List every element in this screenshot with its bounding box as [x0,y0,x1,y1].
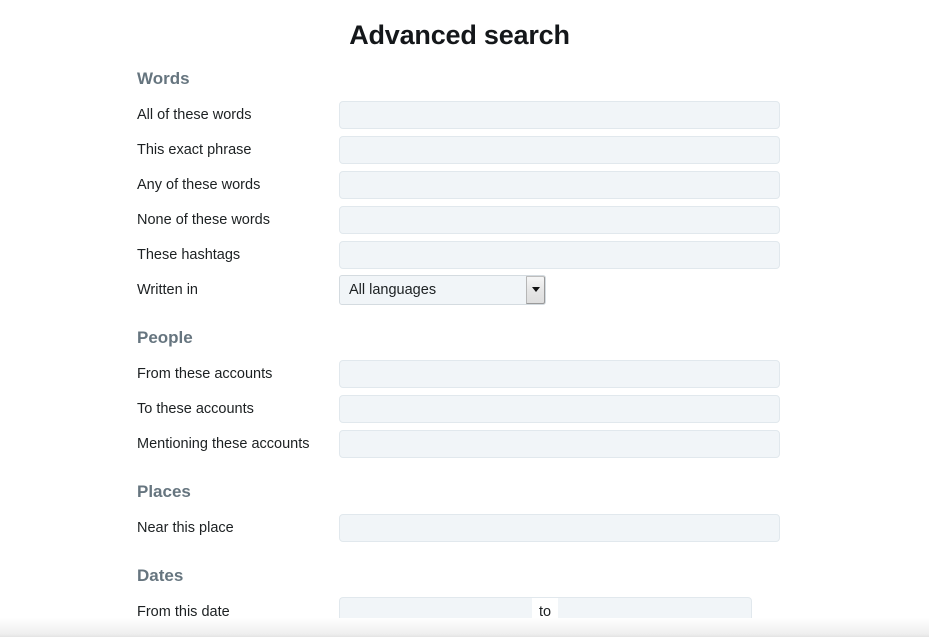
field-control-from-these-accounts [339,359,929,388]
field-label-to-these-accounts: To these accounts [137,400,254,417]
field-row-from-this-date: From this date to [0,594,929,629]
field-label-these-hashtags: These hashtags [137,246,241,263]
field-row-written-in: Written in All languages [0,272,929,307]
language-select-wrapper: All languages [339,274,546,305]
select-written-in[interactable]: All languages [339,274,546,305]
field-label-none-of-these-words: None of these words [137,211,270,228]
field-row-near-this-place: Near this place [0,510,929,545]
field-label-near-this-place: Near this place [137,519,234,536]
field-label-any-of-these-words: Any of these words [137,176,261,193]
input-from-these-accounts[interactable] [339,359,780,388]
field-control-this-exact-phrase [339,135,929,164]
field-row-these-hashtags: These hashtags [0,237,929,272]
section-words: Words All of these words This exact phra… [0,68,929,307]
field-label-all-of-these-words: All of these words [137,106,252,123]
input-near-this-place[interactable] [339,513,780,542]
section-heading-people: People [137,328,193,347]
input-to-these-accounts[interactable] [339,394,780,423]
input-these-hashtags[interactable] [339,240,780,269]
input-all-of-these-words[interactable] [339,100,780,129]
date-range-separator: to [532,596,558,627]
section-heading-places: Places [137,482,191,501]
page-title: Advanced search [349,20,570,50]
field-control-near-this-place [339,513,929,542]
field-label-written-in: Written in [137,281,198,298]
input-any-of-these-words[interactable] [339,170,780,199]
input-this-exact-phrase[interactable] [339,135,780,164]
field-row-any-of-these-words: Any of these words [0,167,929,202]
section-dates: Dates From this date to [0,565,929,629]
field-row-all-of-these-words: All of these words [0,97,929,132]
section-heading-dates: Dates [137,566,184,585]
field-control-all-of-these-words [339,100,929,129]
field-control-these-hashtags [339,240,929,269]
field-control-to-these-accounts [339,394,929,423]
input-none-of-these-words[interactable] [339,205,780,234]
section-people: People From these accounts To these acco… [0,327,929,461]
section-heading-words: Words [137,69,190,88]
field-row-to-these-accounts: To these accounts [0,391,929,426]
input-mentioning-these-accounts[interactable] [339,429,780,458]
field-control-written-in: All languages [339,274,929,305]
date-range-group: to [339,596,752,627]
field-row-from-these-accounts: From these accounts [0,356,929,391]
field-control-any-of-these-words [339,170,929,199]
advanced-search-page: Advanced search Words All of these words… [0,0,929,637]
input-date-to[interactable] [558,596,752,627]
field-control-none-of-these-words [339,205,929,234]
field-label-mentioning-these-accounts: Mentioning these accounts [137,435,310,452]
field-row-none-of-these-words: None of these words [0,202,929,237]
field-row-mentioning-these-accounts: Mentioning these accounts [0,426,929,461]
field-label-this-exact-phrase: This exact phrase [137,141,252,158]
section-places: Places Near this place [0,481,929,545]
field-row-this-exact-phrase: This exact phrase [0,132,929,167]
field-control-from-this-date: to [339,596,929,627]
field-label-from-these-accounts: From these accounts [137,365,273,382]
input-date-from[interactable] [339,596,532,627]
advanced-search-form: Words All of these words This exact phra… [0,68,929,629]
field-label-from-this-date: From this date [137,603,230,620]
field-control-mentioning-these-accounts [339,429,929,458]
